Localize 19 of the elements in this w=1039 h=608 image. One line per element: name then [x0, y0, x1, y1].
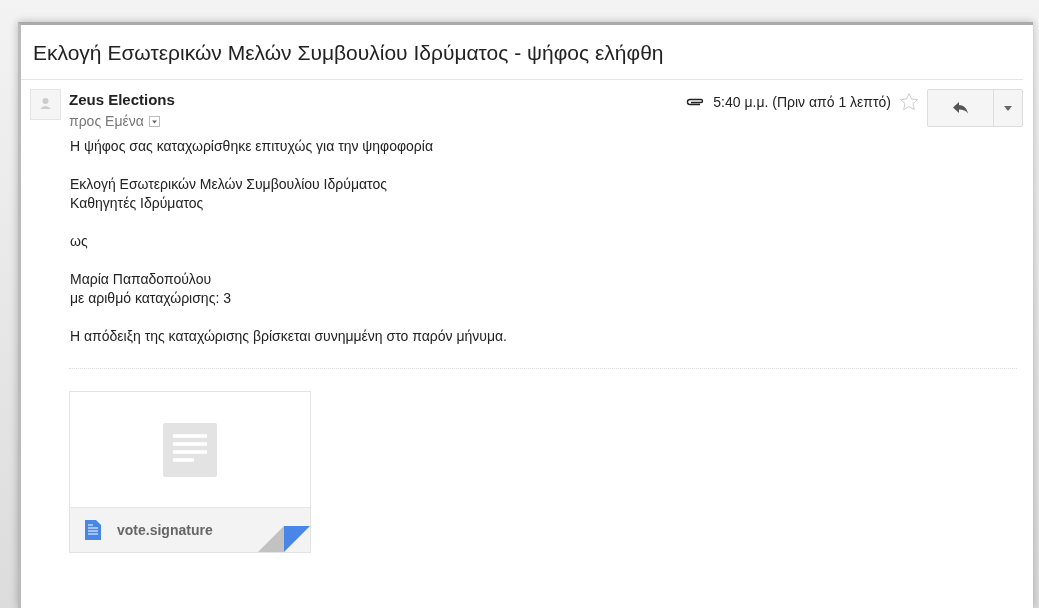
page-corner-icon [258, 526, 310, 552]
details-dropdown-icon[interactable] [148, 115, 160, 127]
message-paragraph: ως [70, 232, 89, 251]
message-time: 5:40 μ.μ. (Πριν από 1 λεπτό) [713, 94, 891, 110]
star-icon[interactable] [899, 92, 919, 112]
reply-arrow-icon [951, 101, 970, 115]
sender-name: Zeus Elections [69, 91, 176, 108]
message-paragraph: Η ψήφος σας καταχωρίσθηκε επιτυχώς για την ψηφοφορία [70, 137, 434, 156]
email-subject: Εκλογή Εσωτερικών Μελών Συμβουλίου Ιδρύματος - ψήφος ελήφθη [21, 25, 1023, 80]
attachment-card[interactable]: vote.signature [69, 391, 311, 553]
message-paragraph: Εκλογή Εσωτερικών Μελών Συμβουλίου Ιδρύματος Καθηγητές Ιδρύματος [70, 175, 388, 213]
message-paragraph: Μαρία Παπαδοπούλου με αριθμό καταχώρισης: 3 [70, 270, 232, 308]
caret-icon [1004, 105, 1012, 111]
attachment-name: vote.signature [117, 522, 213, 538]
message-paragraph: Η απόδειξη της καταχώρισης βρίσκεται συνημμένη στο παρόν μήνυμα. [70, 327, 508, 346]
recipient-label: προς Εμένα [69, 113, 144, 129]
document-preview-icon [163, 422, 217, 477]
file-icon [85, 520, 101, 540]
avatar-icon [30, 89, 61, 120]
